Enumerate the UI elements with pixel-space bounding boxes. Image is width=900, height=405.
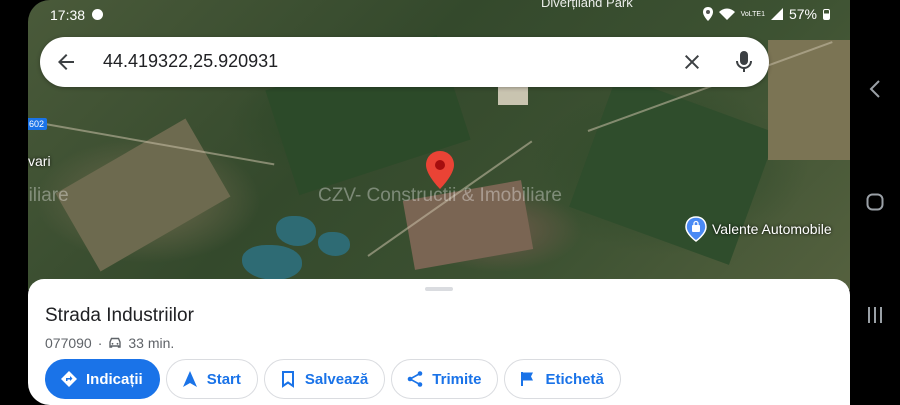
wifi-icon	[718, 8, 735, 20]
place-title: Strada Industriilor	[45, 305, 194, 326]
notification-icon	[92, 9, 103, 20]
nav-home-icon[interactable]	[866, 193, 884, 211]
battery-percent: 57%	[788, 6, 817, 22]
location-pin-icon[interactable]	[425, 150, 455, 190]
postal-code: 077090	[45, 335, 92, 351]
label-label: Etichetă	[545, 370, 604, 388]
signal-icon	[770, 8, 783, 20]
nav-back-icon[interactable]	[868, 79, 882, 99]
bookmark-icon	[281, 371, 294, 388]
start-button[interactable]: Start	[165, 359, 258, 399]
location-icon	[702, 7, 713, 21]
save-label: Salvează	[304, 370, 369, 388]
locality-label[interactable]: vari	[28, 153, 51, 169]
map-lake	[276, 216, 316, 246]
battery-icon	[823, 8, 830, 20]
status-time: 17:38	[50, 7, 86, 23]
satellite-map[interactable]: Diverțiland Park 602 vari biliare CZV- C…	[28, 0, 850, 290]
map-lake	[318, 232, 350, 256]
flag-icon	[521, 372, 534, 386]
label-button[interactable]: Etichetă	[504, 359, 621, 399]
map-lake	[242, 245, 302, 280]
system-nav-bar	[850, 0, 900, 405]
directions-button[interactable]: Indicații	[45, 359, 160, 399]
phone-screen: Diverțiland Park 602 vari biliare CZV- C…	[28, 0, 850, 405]
share-icon	[407, 371, 423, 387]
place-subtitle: 077090 · 33 min.	[45, 335, 174, 351]
search-input[interactable]	[103, 51, 643, 72]
poi-label: Valente Automobile	[712, 221, 832, 237]
share-label: Trimite	[432, 370, 482, 388]
status-bar: 17:38 VoLTE1 57%	[28, 0, 850, 30]
shopping-bag-icon	[685, 216, 707, 242]
directions-label: Indicații	[86, 370, 143, 388]
back-arrow-icon[interactable]	[54, 50, 78, 74]
navigation-arrow-icon	[182, 371, 197, 387]
share-button[interactable]: Trimite	[391, 359, 499, 399]
separator: ·	[97, 335, 103, 351]
directions-icon	[61, 371, 77, 387]
map-field	[768, 40, 850, 160]
search-bar[interactable]	[40, 37, 769, 87]
nav-recents-icon[interactable]	[866, 306, 884, 324]
status-icons: VoLTE1 57%	[702, 6, 830, 22]
route-number-badge: 602	[28, 118, 48, 130]
car-icon	[109, 337, 122, 348]
map-building	[498, 85, 528, 105]
network-type: VoLTE1	[740, 10, 765, 18]
close-icon[interactable]	[680, 50, 704, 74]
place-bottom-sheet[interactable]: Strada Industriilor 077090 · 33 min. Ind…	[28, 279, 850, 405]
drive-time: 33 min.	[128, 335, 175, 351]
save-button[interactable]: Salvează	[263, 359, 386, 399]
start-label: Start	[206, 370, 241, 388]
drag-handle[interactable]	[425, 287, 453, 291]
poi-valente-automobile[interactable]: Valente Automobile	[685, 216, 832, 242]
microphone-icon[interactable]	[732, 49, 756, 75]
action-buttons: Indicații Start Salvează Trimite Etichet…	[45, 359, 621, 399]
watermark-fragment: biliare	[28, 185, 69, 206]
